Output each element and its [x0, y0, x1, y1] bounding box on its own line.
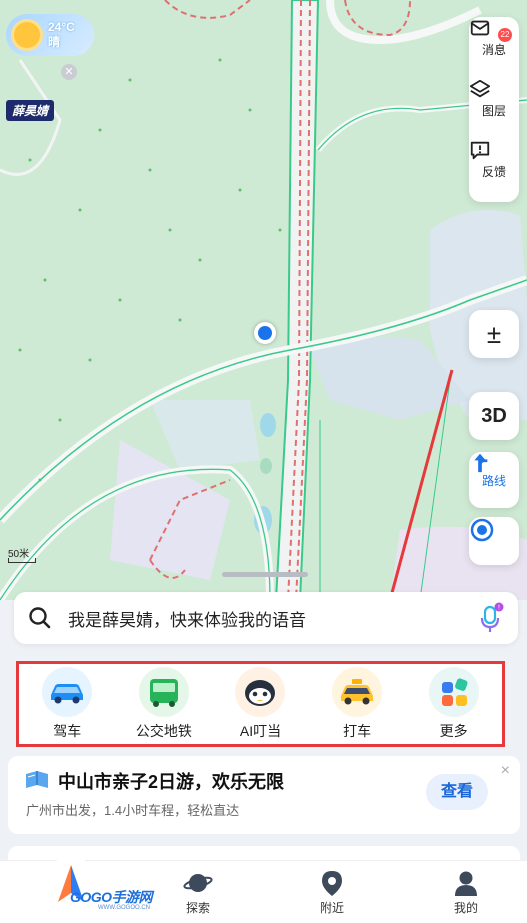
feedback-label: 反馈: [481, 164, 506, 179]
taxi-icon: [332, 667, 383, 717]
route-arrow-icon: [474, 453, 488, 473]
search-bar[interactable]: 我是薛昊婧，快来体验我的语音 !: [14, 592, 518, 644]
guidebook-icon: [26, 771, 48, 788]
messages-button[interactable]: 22 消息: [469, 17, 519, 78]
map-canvas: [0, 0, 527, 600]
weather-condition: 晴: [48, 35, 61, 49]
weather-temperature: 24°C: [48, 20, 75, 34]
weather-close-button[interactable]: ✕: [61, 64, 77, 80]
layers-label: 图层: [481, 103, 506, 118]
mic-icon[interactable]: !: [478, 601, 504, 635]
ai-assistant-icon: [235, 667, 286, 717]
user-icon: [455, 871, 477, 896]
quick-action-label: 驾车: [53, 723, 82, 739]
promo-view-button[interactable]: 查看: [426, 774, 488, 810]
locate-icon: [470, 518, 494, 542]
tab-me[interactable]: 我的: [426, 869, 506, 916]
scale-bar: [8, 558, 36, 563]
quick-action-label: 打车: [343, 723, 372, 739]
bus-icon: [138, 667, 189, 717]
messages-label: 消息: [481, 42, 506, 57]
3d-toggle-button[interactable]: 3D: [469, 392, 519, 440]
promo-subtitle: 广州市出发，1.4小时车程，轻松直达: [26, 803, 240, 818]
more-icon: [428, 667, 479, 717]
tab-nearby-label: 附近: [319, 901, 344, 915]
quick-actions-row: 驾车 公交地铁 AI叮当 打车 更多: [16, 661, 505, 747]
quick-action-label: AI叮当: [239, 723, 282, 739]
tab-nearby[interactable]: 附近: [292, 869, 372, 916]
watermark: GOGO手游网 WWW.GOGOO.CN: [70, 887, 153, 911]
search-placeholder: 我是薛昊婧，快来体验我的语音: [68, 610, 306, 630]
quick-action-transit[interactable]: 公交地铁: [119, 667, 209, 741]
quick-action-more[interactable]: 更多: [409, 667, 499, 741]
watermark-text: GOGO手游网: [70, 889, 153, 905]
map-side-panel: 22 消息 图层 反馈: [469, 17, 519, 202]
bottom-tab-bar: GOGO手游网 WWW.GOGOO.CN 探索 附近 我的: [0, 857, 527, 923]
quick-action-taxi[interactable]: 打车: [312, 667, 402, 741]
map-view[interactable]: 24°C 晴 ✕ 薛昊婧 22 消息 图层 反馈 ± 3D 路线 50米: [0, 0, 527, 600]
feedback-button[interactable]: 反馈: [469, 139, 519, 200]
mail-icon: [470, 20, 490, 36]
layers-icon: [469, 79, 491, 98]
quick-action-drive[interactable]: 驾车: [22, 667, 112, 741]
promo-title: 中山市亲子2日游，欢乐无限: [58, 772, 285, 792]
quick-action-label: 更多: [439, 723, 468, 739]
search-icon: [29, 607, 51, 629]
panel-drag-handle[interactable]: [222, 572, 308, 577]
quick-action-label: 公交地铁: [135, 723, 192, 739]
promo-card[interactable]: 中山市亲子2日游，欢乐无限 广州市出发，1.4小时车程，轻松直达 查看 ×: [8, 756, 520, 834]
route-label: 路线: [481, 474, 506, 488]
user-tag: 薛昊婧: [6, 100, 55, 121]
tab-me-label: 我的: [453, 901, 478, 915]
svg-text:!: !: [498, 605, 500, 612]
message-count-badge: 22: [498, 28, 512, 42]
current-location-marker: [254, 322, 276, 344]
locate-button[interactable]: [469, 517, 519, 565]
route-button[interactable]: 路线: [469, 452, 519, 508]
tab-explore[interactable]: 探索: [158, 869, 238, 916]
planet-icon: [183, 874, 213, 892]
layers-button[interactable]: 图层: [469, 78, 519, 139]
weather-widget[interactable]: 24°C 晴: [6, 14, 94, 56]
quick-action-ai[interactable]: AI叮当: [215, 667, 305, 741]
feedback-icon: [470, 141, 490, 160]
tab-explore-label: 探索: [185, 901, 210, 915]
zoom-button[interactable]: ±: [469, 310, 519, 358]
watermark-sub: WWW.GOGOO.CN: [98, 905, 150, 911]
sun-icon: [14, 22, 40, 48]
pin-icon: [322, 871, 342, 896]
promo-close-button[interactable]: ×: [501, 762, 510, 780]
car-icon: [42, 667, 93, 717]
